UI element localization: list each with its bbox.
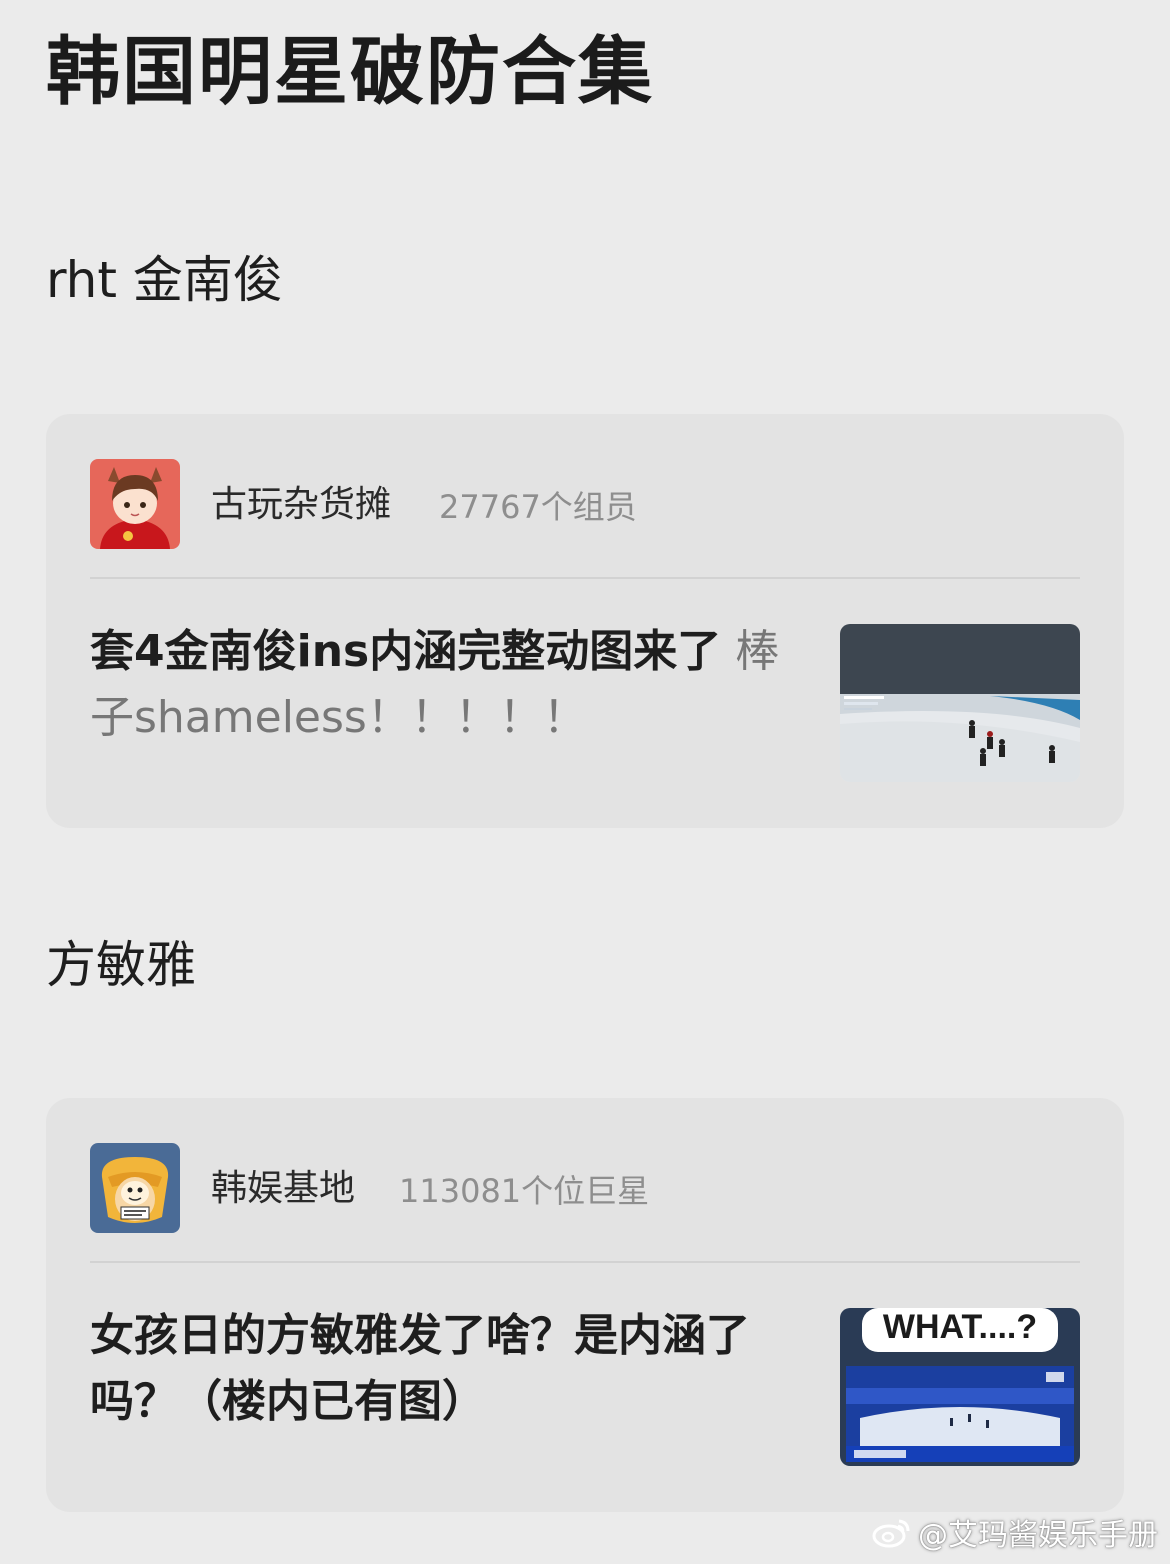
post-thumbnail[interactable] [840, 624, 1080, 782]
watermark-text: @艾玛酱娱乐手册 [918, 1518, 1158, 1553]
cartoon-avatar-icon [90, 459, 180, 549]
post-title-bold: 女孩日的方敏雅发了啥？是内涵了吗？（楼内已有图） [90, 1310, 750, 1427]
group-name[interactable]: 韩娱基地 [211, 1166, 355, 1212]
section-heading-rht: rht 金南俊 [46, 251, 283, 309]
page-title: 韩国明星破防合集 [46, 29, 654, 115]
post-title-bold: 套4金南俊ins内涵完整动图来了 [90, 626, 722, 677]
watermark: @艾玛酱娱乐手册 [872, 1510, 1158, 1554]
ice-rink-thumbnail-image: WHAT....? [840, 1308, 1080, 1466]
divider [90, 1261, 1080, 1263]
divider [90, 577, 1080, 579]
thumbnail-caption: WHAT....? [883, 1308, 1037, 1346]
group-name[interactable]: 古玩杂货摊 [211, 482, 391, 528]
cartoon-mascot-avatar-icon [90, 1143, 180, 1233]
weibo-icon [872, 1519, 910, 1548]
section-heading-fang-minya: 方敏雅 [46, 936, 196, 994]
group-header[interactable]: 古玩杂货摊 27767个组员 [90, 459, 1080, 549]
group-avatar[interactable] [90, 459, 180, 549]
group-avatar[interactable] [90, 1143, 180, 1233]
post-card[interactable]: 古玩杂货摊 27767个组员 套4金南俊ins内涵完整动图来了 棒子shamel… [46, 414, 1124, 828]
page: 韩国明星破防合集 rht 金南俊 古玩杂货摊 27767个组员 套4金南俊ins… [0, 0, 1170, 1564]
speed-skating-thumbnail-image [840, 624, 1080, 782]
member-count: 27767个组员 [439, 488, 637, 526]
post-thumbnail[interactable]: WHAT....? [840, 1308, 1080, 1466]
post-title[interactable]: 套4金南俊ins内涵完整动图来了 棒子shameless！！！！！ [90, 619, 810, 751]
post-title[interactable]: 女孩日的方敏雅发了啥？是内涵了吗？（楼内已有图） [90, 1303, 810, 1435]
post-card[interactable]: 韩娱基地 113081个位巨星 女孩日的方敏雅发了啥？是内涵了吗？（楼内已有图） [46, 1098, 1124, 1512]
group-header[interactable]: 韩娱基地 113081个位巨星 [90, 1143, 1080, 1233]
member-count: 113081个位巨星 [399, 1172, 650, 1210]
